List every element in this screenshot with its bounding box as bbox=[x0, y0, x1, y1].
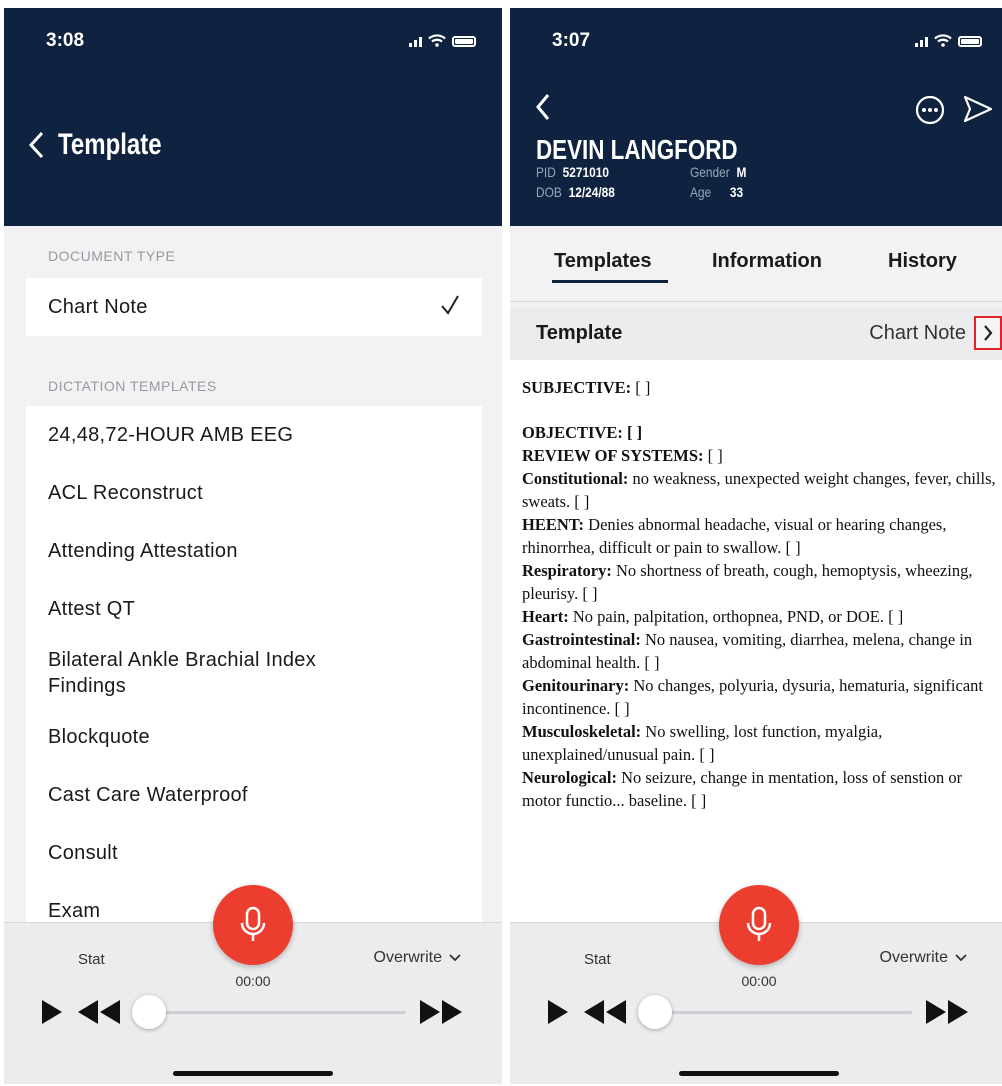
document-type-list: Chart Note bbox=[26, 278, 482, 336]
dictation-player: Stat 00:00 Overwrite bbox=[510, 885, 1002, 1084]
patient-dob: DOB 12/24/88 bbox=[536, 184, 615, 200]
patient-pid: PID 5271010 bbox=[536, 164, 609, 180]
playback-track[interactable] bbox=[152, 1011, 406, 1014]
doc-section: Respiratory: No shortness of breath, cou… bbox=[522, 561, 973, 603]
fast-forward-icon[interactable] bbox=[418, 999, 466, 1025]
playback-slider-thumb[interactable] bbox=[638, 995, 672, 1029]
active-tab-indicator bbox=[552, 280, 668, 283]
template-item[interactable]: Cast Care Waterproof bbox=[26, 766, 482, 824]
back-button[interactable]: Template bbox=[26, 128, 187, 162]
recording-timer: 00:00 bbox=[741, 973, 777, 989]
doc-objective: OBJECTIVE: [ ] bbox=[522, 423, 643, 442]
record-button[interactable] bbox=[213, 885, 293, 965]
template-label: Cast Care Waterproof bbox=[48, 783, 248, 806]
template-label: Attest QT bbox=[48, 597, 136, 620]
patient-gender: Gender M bbox=[690, 164, 747, 180]
dictation-template-list: 24,48,72-HOUR AMB EEG ACL Reconstruct At… bbox=[26, 406, 482, 940]
template-label: Bilateral Ankle Brachial Index Findings bbox=[48, 649, 317, 697]
patient-age: Age 33 bbox=[690, 184, 744, 200]
phone-patient-chart: 3:07 DEVIN LANGFORD PID 5271010 DOB 12/24/… bbox=[510, 8, 1002, 1084]
battery-icon bbox=[958, 36, 982, 47]
template-item[interactable]: ACL Reconstruct bbox=[26, 464, 482, 522]
checkmark-icon bbox=[441, 295, 459, 315]
microphone-icon bbox=[240, 906, 266, 941]
template-item[interactable]: Attest QT bbox=[26, 580, 482, 638]
template-label: Exam bbox=[48, 899, 101, 922]
doc-ros: REVIEW OF SYSTEMS: [ ] bbox=[522, 446, 723, 465]
template-label: Consult bbox=[48, 841, 118, 864]
chevron-down-icon bbox=[449, 954, 461, 962]
doc-section: HEENT: Denies abnormal headache, visual … bbox=[522, 515, 947, 557]
fast-forward-icon[interactable] bbox=[924, 999, 972, 1025]
stat-toggle[interactable]: Stat bbox=[584, 951, 611, 968]
doc-section: Gastrointestinal: No nausea, vomiting, d… bbox=[522, 630, 973, 672]
mode-dropdown[interactable]: Overwrite bbox=[880, 949, 968, 967]
mode-label: Overwrite bbox=[879, 949, 948, 966]
stat-toggle[interactable]: Stat bbox=[78, 951, 105, 968]
home-indicator bbox=[679, 1071, 839, 1076]
play-icon[interactable] bbox=[546, 999, 570, 1025]
status-time: 3:08 bbox=[46, 30, 85, 51]
wifi-icon bbox=[934, 34, 952, 47]
template-chevron-button[interactable] bbox=[974, 316, 1002, 350]
play-icon[interactable] bbox=[40, 999, 64, 1025]
home-indicator bbox=[173, 1071, 333, 1076]
dictation-player: Stat 00:00 Overwrite bbox=[4, 885, 502, 1084]
recording-timer: 00:00 bbox=[235, 973, 271, 989]
page-title: Template bbox=[58, 128, 162, 161]
status-time: 3:07 bbox=[552, 30, 591, 51]
template-label: Blockquote bbox=[48, 725, 150, 748]
tab-information[interactable]: Information bbox=[712, 250, 822, 273]
template-item[interactable]: 24,48,72-HOUR AMB EEG bbox=[26, 406, 482, 464]
mode-label: Overwrite bbox=[373, 949, 442, 966]
record-button[interactable] bbox=[719, 885, 799, 965]
signal-icon bbox=[915, 37, 928, 47]
doc-section: Constitutional: no weakness, unexpected … bbox=[522, 469, 996, 511]
nav-header: 3:08 Template bbox=[4, 8, 502, 226]
template-label: 24,48,72-HOUR AMB EEG bbox=[48, 423, 294, 446]
playback-slider-thumb[interactable] bbox=[132, 995, 166, 1029]
status-icons bbox=[915, 34, 982, 47]
doc-section: Heart: No pain, palpitation, orthopnea, … bbox=[522, 607, 904, 626]
template-label: Template bbox=[536, 322, 623, 344]
signal-icon bbox=[409, 37, 422, 47]
more-options-icon[interactable] bbox=[914, 94, 946, 126]
template-value: Chart Note bbox=[869, 322, 966, 344]
template-label: Attending Attestation bbox=[48, 539, 238, 562]
document-type-header: DOCUMENT TYPE bbox=[48, 248, 176, 264]
mode-dropdown[interactable]: Overwrite bbox=[374, 949, 462, 967]
tab-bar: Templates Information History bbox=[510, 230, 1002, 302]
dictation-templates-header: DICTATION TEMPLATES bbox=[48, 378, 217, 394]
battery-icon bbox=[452, 36, 476, 47]
patient-name: DEVIN LANGFORD bbox=[536, 134, 738, 165]
tab-templates[interactable]: Templates bbox=[554, 250, 651, 273]
document-editor[interactable]: SUBJECTIVE: [ ] OBJECTIVE: [ ] REVIEW OF… bbox=[510, 360, 1002, 922]
template-item[interactable]: Bilateral Ankle Brachial Index Findings bbox=[26, 638, 482, 708]
back-chevron-icon[interactable] bbox=[534, 92, 552, 122]
template-label: ACL Reconstruct bbox=[48, 481, 203, 504]
microphone-icon bbox=[746, 906, 772, 941]
rewind-icon[interactable] bbox=[74, 999, 122, 1025]
doc-section: Neurological: No seizure, change in ment… bbox=[522, 768, 963, 810]
playback-track[interactable] bbox=[658, 1011, 912, 1014]
template-item[interactable]: Attending Attestation bbox=[26, 522, 482, 580]
document-type-chart-note[interactable]: Chart Note bbox=[26, 278, 482, 336]
doc-section: Genitourinary: No changes, polyuria, dys… bbox=[522, 676, 983, 718]
template-item[interactable]: Consult bbox=[26, 824, 482, 882]
template-item[interactable]: Blockquote bbox=[26, 708, 482, 766]
patient-header: 3:07 DEVIN LANGFORD PID 5271010 DOB 12/24/… bbox=[510, 8, 1002, 226]
wifi-icon bbox=[428, 34, 446, 47]
document-type-label: Chart Note bbox=[48, 295, 148, 318]
status-icons bbox=[409, 34, 476, 47]
tab-history[interactable]: History bbox=[888, 250, 957, 273]
doc-section: Musculoskeletal: No swelling, lost funct… bbox=[522, 722, 883, 764]
rewind-icon[interactable] bbox=[580, 999, 628, 1025]
chevron-down-icon bbox=[955, 954, 967, 962]
template-selector[interactable]: Template Chart Note bbox=[510, 308, 1002, 360]
chevron-left-icon bbox=[28, 131, 44, 159]
phone-template-list: 3:08 Template DOCUMENT TYPE Chart Note D… bbox=[4, 8, 502, 1084]
chevron-right-icon bbox=[984, 325, 993, 341]
doc-subjective: SUBJECTIVE: [ ] bbox=[522, 378, 651, 397]
send-icon[interactable] bbox=[962, 94, 994, 124]
